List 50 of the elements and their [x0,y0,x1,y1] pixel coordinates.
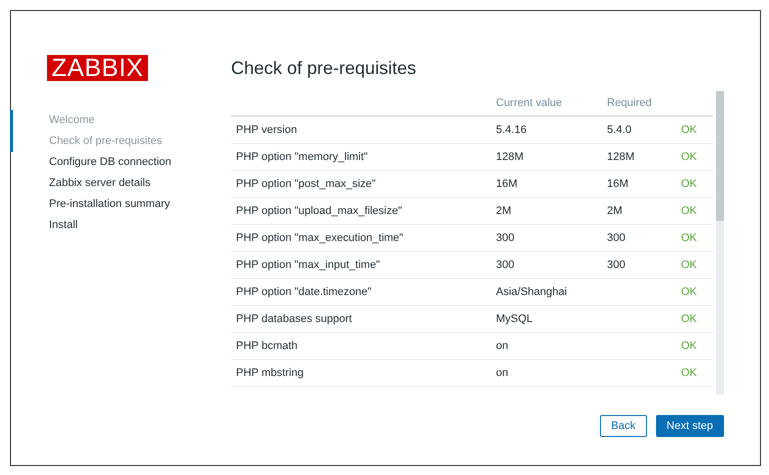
next-button[interactable]: Next step [656,415,724,437]
table-cell-text: PHP databases support [235,313,353,325]
status-text: OK [680,259,698,271]
table-cell-text: 5.4.16 [495,124,528,136]
column-header: Required [606,97,653,109]
column-header: Current value [495,97,564,109]
table-cell-text: PHP version [235,124,298,136]
table-cell-text: 128M [606,151,636,163]
status-text: OK [680,124,698,136]
back-button[interactable]: Back [600,415,647,437]
table-cell-text: PHP option "memory_limit" [235,151,369,163]
step-item: Install [48,218,78,233]
status-text: OK [680,151,698,163]
status-text: OK [680,205,698,217]
table-cell-text: PHP mbstring [235,367,305,379]
table-cell-text: 300 [495,232,516,244]
table-cell-text: PHP option "max_execution_time" [235,232,404,244]
table-cell-text: PHP option "max_input_time" [235,259,381,271]
scrollbar[interactable] [716,91,724,395]
table-cell-text: on [495,367,510,379]
table-cell-text: 2M [495,205,512,217]
status-text: OK [680,313,698,325]
scrollbar-thumb[interactable] [716,91,724,221]
table-cell-text: 16M [606,178,630,190]
table-cell-text: 300 [606,232,626,244]
step-item: Zabbix server details [48,176,150,191]
step-item: Welcome [10,110,95,131]
table-cell-text: 16M [495,178,518,190]
table-cell-text: 2M [606,205,624,217]
table-cell-text: PHP option "upload_max_filesize" [235,205,403,217]
page-title: Check of pre-requisites [231,58,418,79]
status-text: OK [680,178,698,190]
table-cell-text: PHP option "date.timezone" [235,286,372,298]
status-text: OK [680,286,698,298]
table-cell-text: 128M [495,151,525,163]
status-text: OK [680,232,698,244]
table-cell-text: Asia/Shanghai [495,286,568,298]
status-text: OK [680,340,698,352]
table-cell-text: on [495,340,510,352]
step-item: Pre-installation summary [48,197,170,212]
table-cell-text: 300 [495,259,516,271]
logo: ZABBIX [47,55,148,81]
table-cell-text: PHP option "post_max_size" [235,178,377,190]
table-cell-text: MySQL [495,313,534,325]
table-cell-text: 300 [606,259,626,271]
step-item: Configure DB connection [48,155,172,170]
table-cell-text: PHP bcmath [235,340,299,352]
step-item: Check of pre-requisites [10,131,162,152]
status-text: OK [680,367,698,379]
table-cell-text: 5.4.0 [606,124,632,136]
